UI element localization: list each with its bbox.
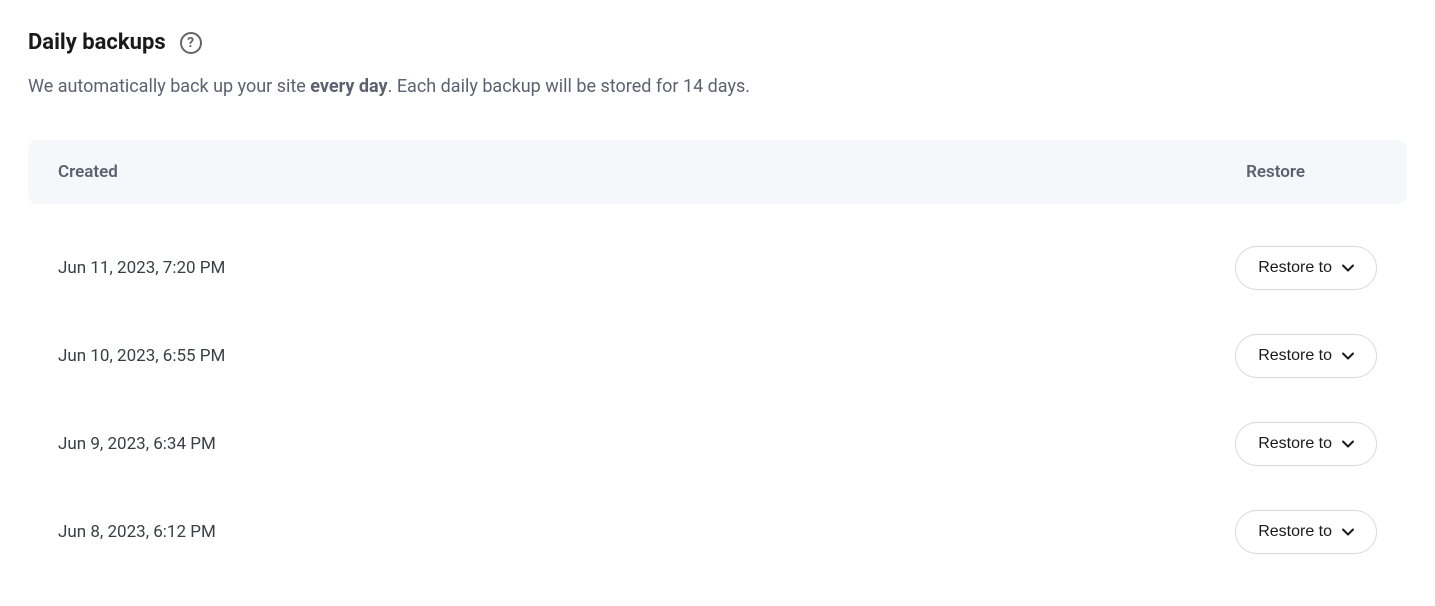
restore-button-label: Restore to xyxy=(1258,347,1332,365)
th-created: Created xyxy=(58,162,118,182)
table-row: Jun 11, 2023, 7:20 PM Restore to xyxy=(28,224,1407,312)
restore-to-button[interactable]: Restore to xyxy=(1235,334,1377,378)
restore-to-button[interactable]: Restore to xyxy=(1235,422,1377,466)
desc-prefix: We automatically back up your site xyxy=(28,76,310,97)
created-timestamp: Jun 11, 2023, 7:20 PM xyxy=(58,258,225,278)
th-restore: Restore xyxy=(1246,162,1305,182)
restore-button-label: Restore to xyxy=(1258,259,1332,277)
chevron-down-icon xyxy=(1342,350,1354,362)
restore-to-button[interactable]: Restore to xyxy=(1235,246,1377,290)
table-row: Jun 10, 2023, 6:55 PM Restore to xyxy=(28,312,1407,400)
chevron-down-icon xyxy=(1342,262,1354,274)
table-header-row: Created Restore xyxy=(28,140,1407,204)
restore-to-button[interactable]: Restore to xyxy=(1235,510,1377,554)
section-description: We automatically back up your site every… xyxy=(28,73,1407,100)
desc-suffix: . Each daily backup will be stored for 1… xyxy=(388,76,750,97)
restore-button-label: Restore to xyxy=(1258,435,1332,453)
chevron-down-icon xyxy=(1342,526,1354,538)
created-timestamp: Jun 9, 2023, 6:34 PM xyxy=(58,434,216,454)
section-header: Daily backups ? xyxy=(28,30,1407,55)
created-timestamp: Jun 10, 2023, 6:55 PM xyxy=(58,346,225,366)
desc-bold: every day xyxy=(310,76,387,97)
table-row: Jun 9, 2023, 6:34 PM Restore to xyxy=(28,400,1407,488)
help-icon[interactable]: ? xyxy=(180,32,202,54)
page-title: Daily backups xyxy=(28,30,166,55)
created-timestamp: Jun 8, 2023, 6:12 PM xyxy=(58,522,216,542)
chevron-down-icon xyxy=(1342,438,1354,450)
restore-button-label: Restore to xyxy=(1258,523,1332,541)
table-row: Jun 8, 2023, 6:12 PM Restore to xyxy=(28,488,1407,576)
backups-table: Created Restore Jun 11, 2023, 7:20 PM Re… xyxy=(28,140,1407,576)
